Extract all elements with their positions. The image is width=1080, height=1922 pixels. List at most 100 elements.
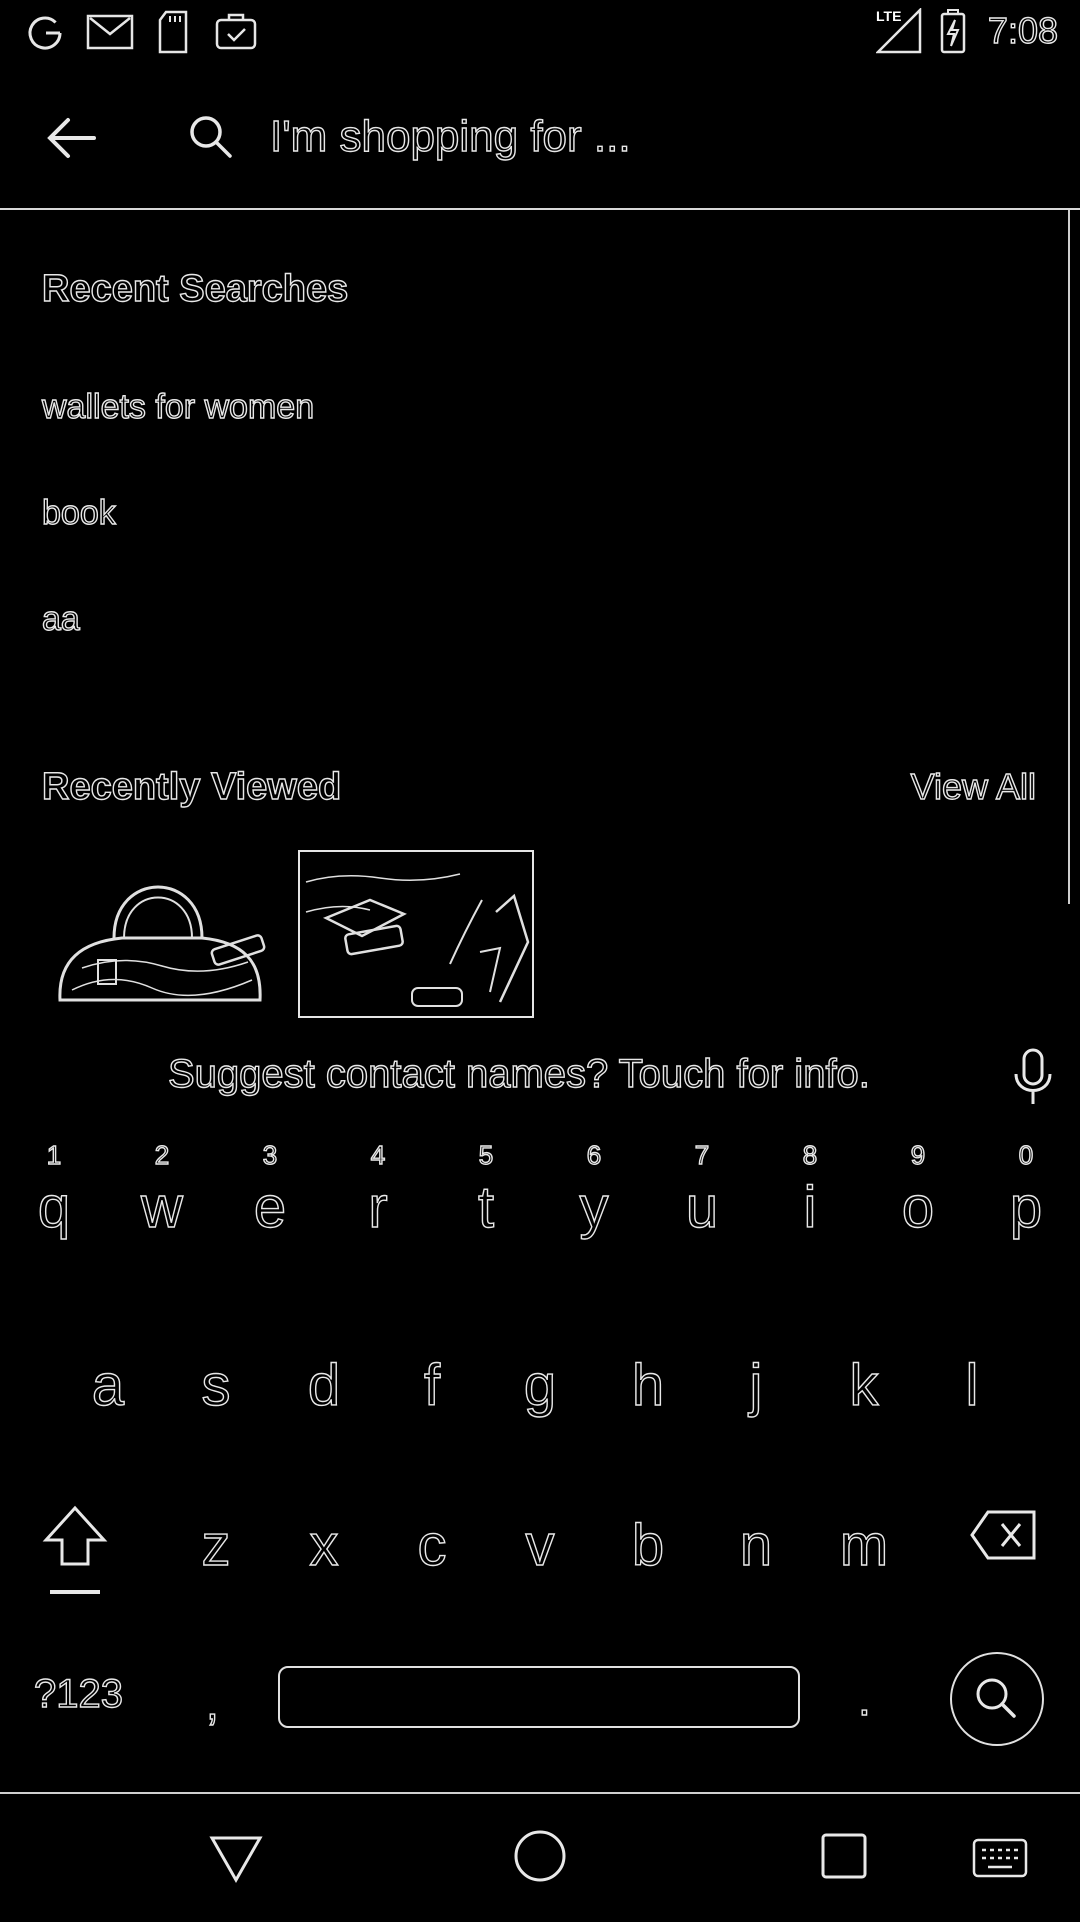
key-label: q [37, 1174, 71, 1240]
key-label: p [1009, 1174, 1043, 1240]
recent-search-item[interactable]: aa [41, 599, 80, 639]
scrollbar[interactable] [1068, 210, 1080, 904]
microphone-icon[interactable] [1010, 1048, 1056, 1108]
handbag-icon [58, 885, 266, 1002]
key-label: u [685, 1174, 719, 1240]
key-q[interactable]: 1q [4, 1139, 104, 1260]
wallet-photo-icon [305, 873, 530, 1007]
shift-key[interactable] [40, 1500, 110, 1600]
key-j[interactable]: j [706, 1318, 806, 1438]
network-type-label: LTE [876, 8, 902, 24]
keyboard-suggestion-strip: Suggest contact names? Touch for info. [0, 1040, 1080, 1110]
google-icon [28, 16, 62, 50]
recent-search-item[interactable]: wallets for women [41, 387, 315, 427]
key-n[interactable]: n [706, 1478, 806, 1598]
key-l[interactable]: l [922, 1318, 1022, 1438]
key-hint-number: 6 [586, 1139, 602, 1170]
recently-viewed-title: Recently Viewed [41, 765, 342, 808]
key-h[interactable]: h [598, 1318, 698, 1438]
view-all-link[interactable]: View All [910, 765, 1037, 808]
key-c[interactable]: c [382, 1478, 482, 1598]
key-m[interactable]: m [814, 1478, 914, 1598]
recently-viewed-item[interactable] [52, 850, 288, 1018]
key-label: w [140, 1174, 183, 1240]
key-label: y [579, 1174, 609, 1240]
backspace-key[interactable] [970, 1508, 1038, 1562]
key-k[interactable]: k [814, 1318, 914, 1438]
key-label: s [201, 1352, 231, 1418]
key-hint-number: 4 [370, 1139, 386, 1170]
comma-key[interactable]: , [205, 1676, 219, 1730]
key-label: i [803, 1174, 817, 1240]
search-icon [976, 1678, 1016, 1718]
recent-searches-title: Recent Searches [41, 267, 349, 310]
key-r[interactable]: 4r [328, 1139, 428, 1260]
status-time: 7:08 [987, 9, 1058, 51]
sd-card-icon [158, 10, 188, 54]
key-e[interactable]: 3e [220, 1139, 320, 1260]
key-label: z [201, 1512, 231, 1578]
key-y[interactable]: 6y [544, 1139, 644, 1260]
key-label: t [477, 1174, 495, 1240]
key-label: f [423, 1352, 441, 1418]
arrow-left-icon[interactable] [42, 108, 102, 168]
key-hint-number: 9 [910, 1139, 926, 1170]
key-label: n [739, 1512, 773, 1578]
search-icon [190, 116, 232, 158]
lte-signal-icon: LTE [874, 6, 922, 54]
keyboard-icon[interactable] [972, 1838, 1028, 1878]
key-z[interactable]: z [166, 1478, 266, 1598]
key-label: e [253, 1174, 287, 1240]
recents-square-icon[interactable] [820, 1832, 868, 1880]
key-hint-number: 1 [46, 1139, 62, 1170]
gmail-icon [86, 14, 134, 50]
key-label: v [525, 1512, 555, 1578]
briefcase-check-icon [215, 13, 257, 50]
key-i[interactable]: 8i [760, 1139, 860, 1260]
key-b[interactable]: b [598, 1478, 698, 1598]
key-x[interactable]: x [274, 1478, 374, 1598]
key-g[interactable]: g [490, 1318, 590, 1438]
key-hint-number: 2 [154, 1139, 170, 1170]
key-label: o [901, 1174, 935, 1240]
key-u[interactable]: 7u [652, 1139, 752, 1260]
key-label: b [631, 1512, 665, 1578]
key-v[interactable]: v [490, 1478, 590, 1598]
contact-suggestion-prompt[interactable]: Suggest contact names? Touch for info. [167, 1051, 870, 1097]
back-triangle-icon[interactable] [208, 1832, 264, 1884]
status-bar: LTE 7:08 [0, 0, 1080, 64]
key-label: j [749, 1352, 763, 1418]
keyboard-search-key[interactable] [950, 1652, 1044, 1746]
key-s[interactable]: s [166, 1318, 266, 1438]
key-hint-number: 0 [1018, 1139, 1034, 1170]
key-label: r [368, 1174, 389, 1240]
key-label: c [417, 1512, 447, 1578]
key-hint-number: 7 [694, 1139, 710, 1170]
key-hint-number: 8 [802, 1139, 818, 1170]
key-label: l [965, 1352, 979, 1418]
key-hint-number: 3 [262, 1139, 278, 1170]
symbols-key[interactable]: ?123 [33, 1671, 123, 1717]
key-label: h [631, 1352, 665, 1418]
period-key[interactable]: . [857, 1672, 871, 1726]
key-label: g [523, 1352, 557, 1418]
key-t[interactable]: 5t [436, 1139, 536, 1260]
search-header [0, 64, 1080, 210]
key-label: x [309, 1512, 339, 1578]
key-w[interactable]: 2w [112, 1139, 212, 1260]
home-circle-icon[interactable] [512, 1828, 568, 1884]
key-o[interactable]: 9o [868, 1139, 968, 1260]
navigation-bar [0, 1792, 1080, 1922]
key-label: a [91, 1352, 125, 1418]
space-key[interactable] [278, 1666, 800, 1728]
search-input[interactable] [268, 94, 1032, 180]
key-d[interactable]: d [274, 1318, 374, 1438]
battery-charging-icon [940, 9, 966, 54]
key-a[interactable]: a [58, 1318, 158, 1438]
key-f[interactable]: f [382, 1318, 482, 1438]
key-p[interactable]: 0p [976, 1139, 1076, 1260]
recent-search-item[interactable]: book [41, 493, 116, 533]
key-label: d [307, 1352, 341, 1418]
key-label: m [839, 1512, 889, 1578]
recently-viewed-item[interactable] [298, 850, 534, 1018]
